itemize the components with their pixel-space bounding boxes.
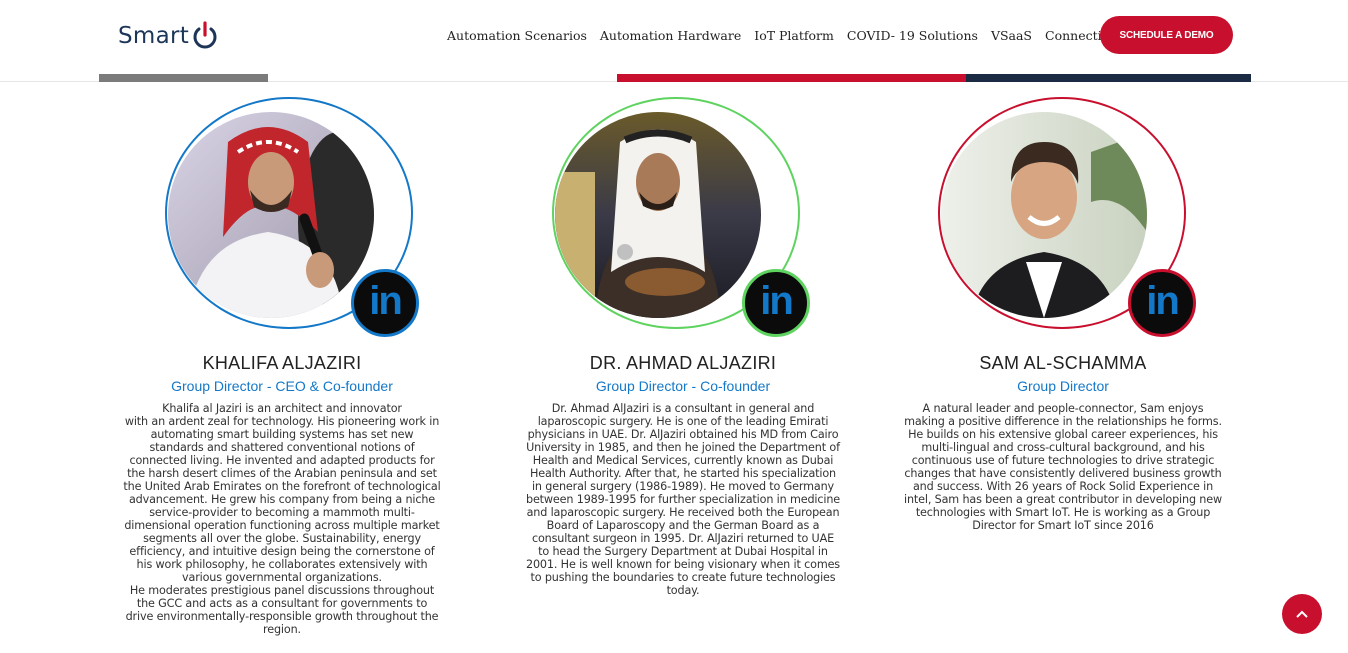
nav-vsaas[interactable]: VSaaS bbox=[991, 28, 1032, 43]
member-role: Group Director - Co-founder bbox=[595, 378, 771, 394]
logo[interactable]: Smart bbox=[118, 21, 220, 50]
member-role: Group Director bbox=[1017, 378, 1109, 394]
scroll-to-top-button[interactable] bbox=[1282, 594, 1322, 634]
member-name: KHALIFA ALJAZIRI bbox=[202, 353, 362, 373]
member-name: DR. AHMAD ALJAZIRI bbox=[589, 353, 777, 373]
accent-bar-gray bbox=[99, 74, 268, 82]
accent-bar-navy bbox=[966, 74, 1251, 82]
linkedin-icon[interactable]: in bbox=[742, 269, 810, 337]
site-header: Smart Automation Scenarios Automation Ha… bbox=[0, 0, 1348, 82]
logo-text: Smart bbox=[118, 23, 190, 49]
linkedin-icon[interactable]: in bbox=[1128, 269, 1196, 337]
nav-covid-solutions[interactable]: COVID- 19 Solutions bbox=[847, 28, 978, 43]
member-role: Group Director - CEO & Co-founder bbox=[171, 378, 393, 394]
schedule-demo-button[interactable]: SCHEDULE A DEMO bbox=[1100, 16, 1233, 54]
member-name: SAM AL-SCHAMMA bbox=[979, 353, 1147, 373]
member-bio: Dr. Ahmad AlJaziri is a consultant in ge… bbox=[526, 402, 840, 597]
member-bio: Khalifa al Jaziri is an architect and in… bbox=[123, 402, 441, 636]
portrait-sam bbox=[941, 112, 1147, 318]
portrait-ahmad bbox=[555, 112, 761, 318]
main-nav: Automation Scenarios Automation Hardware… bbox=[447, 28, 1138, 43]
power-icon bbox=[193, 21, 217, 49]
nav-automation-scenarios[interactable]: Automation Scenarios bbox=[447, 28, 587, 43]
linkedin-icon[interactable]: in bbox=[351, 269, 419, 337]
portrait-khalifa bbox=[168, 112, 374, 318]
accent-bar-red bbox=[617, 74, 966, 82]
nav-iot-platform[interactable]: IoT Platform bbox=[754, 28, 834, 43]
chevron-up-icon bbox=[1296, 610, 1308, 618]
nav-automation-hardware[interactable]: Automation Hardware bbox=[600, 28, 741, 43]
member-bio: A natural leader and people-connector, S… bbox=[904, 402, 1222, 532]
